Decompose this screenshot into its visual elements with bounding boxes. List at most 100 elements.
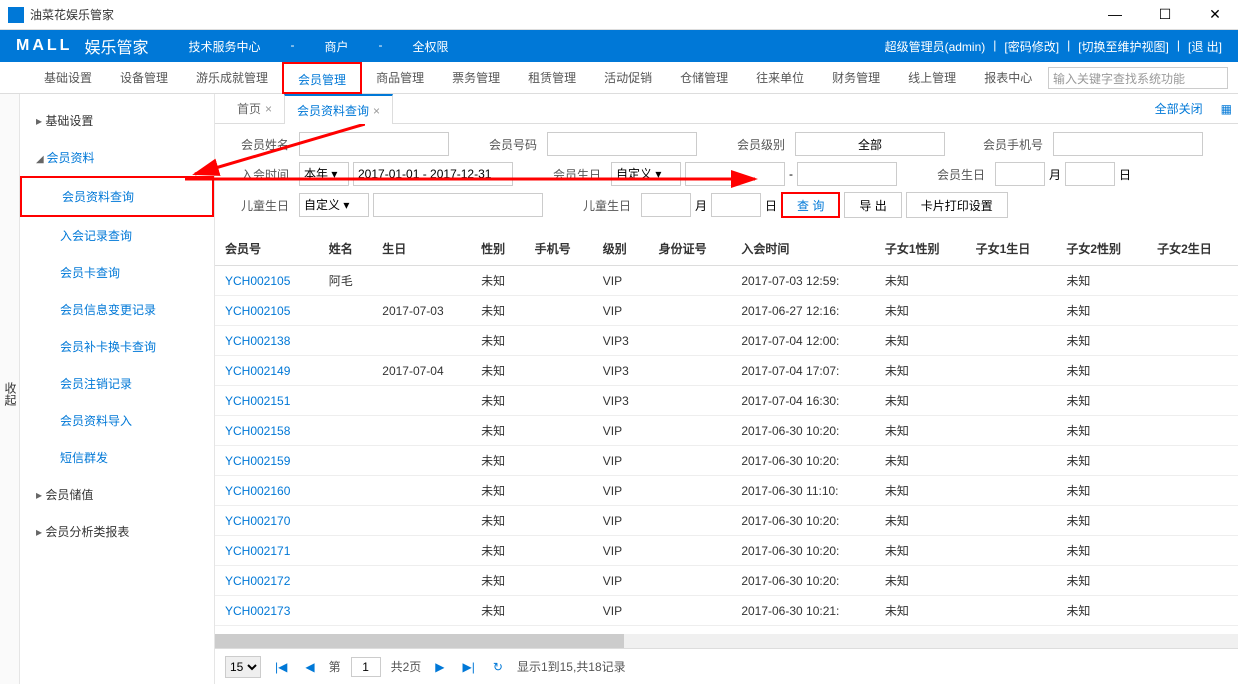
input-bd-month[interactable] [995,162,1045,186]
col-会员号[interactable]: 会员号 [215,232,319,266]
input-child-day[interactable] [711,193,761,217]
sidebar-item-会员资料查询[interactable]: 会员资料查询 [20,176,214,217]
collapse-sidebar[interactable]: 收起 [0,94,20,684]
table-row[interactable]: YCH002158未知VIP2017-06-30 10:20:未知未知 [215,416,1238,446]
sep: | [1177,38,1180,55]
sidebar-group-会员储值[interactable]: 会员储值 [20,476,214,513]
header-nav-item[interactable]: - [290,38,294,55]
link-password[interactable]: [密码修改] [1004,38,1059,55]
table-row[interactable]: YCH002170未知VIP2017-06-30 10:20:未知未知 [215,506,1238,536]
table-row[interactable]: YCH002174未知VIP2017-06-30 10:21:未知未知 [215,626,1238,635]
table-row[interactable]: YCH0021052017-07-03未知VIP2017-06-27 12:16… [215,296,1238,326]
main: 首页×会员资料查询×全部关闭 ▦ 会员姓名 会员号码 会员级别 会员手机号 入会… [215,94,1238,684]
col-姓名[interactable]: 姓名 [319,232,372,266]
select-bd-type[interactable]: 自定义 ▾ [611,162,681,186]
maximize-button[interactable]: ☐ [1150,6,1180,23]
search-input[interactable]: 输入关键字查找系统功能 [1048,67,1228,89]
input-child-month[interactable] [641,193,691,217]
col-入会时间[interactable]: 入会时间 [731,232,875,266]
sidebar-item-会员资料导入[interactable]: 会员资料导入 [20,402,214,439]
query-button[interactable]: 查 询 [781,192,840,218]
table-row[interactable]: YCH0021492017-07-04未知VIP32017-07-04 17:0… [215,356,1238,386]
pager: 15 |◀ ◀ 第 共2页 ▶ ▶| ↻ 显示1到15,共18记录 [215,648,1238,684]
col-子女1生日[interactable]: 子女1生日 [966,232,1057,266]
col-生日[interactable]: 生日 [372,232,471,266]
tabs-menu-icon[interactable]: ▦ [1221,102,1232,116]
tab-会员资料查询[interactable]: 会员资料查询× [284,94,393,124]
tab-首页[interactable]: 首页× [225,94,284,124]
print-settings-button[interactable]: 卡片打印设置 [906,192,1008,218]
header-nav-item[interactable]: 全权限 [412,38,448,55]
table-row[interactable]: YCH002159未知VIP2017-06-30 10:20:未知未知 [215,446,1238,476]
input-child-bd-range[interactable] [373,193,543,217]
menu-游乐成就管理[interactable]: 游乐成就管理 [182,62,282,94]
input-member-phone[interactable] [1053,132,1203,156]
sidebar-item-入会记录查询[interactable]: 入会记录查询 [20,217,214,254]
table-row[interactable]: YCH002138未知VIP32017-07-04 12:00:未知未知 [215,326,1238,356]
table-row[interactable]: YCH002160未知VIP2017-06-30 11:10:未知未知 [215,476,1238,506]
sidebar-item-会员注销记录[interactable]: 会员注销记录 [20,365,214,402]
sidebar-group-会员分析类报表[interactable]: 会员分析类报表 [20,513,214,550]
menu-基础设置[interactable]: 基础设置 [30,62,106,94]
select-member-level[interactable] [795,132,945,156]
input-member-no[interactable] [547,132,697,156]
sidebar-group-会员资料[interactable]: 会员资料 [20,139,214,176]
horizontal-scrollbar[interactable] [215,634,1238,648]
col-子女2生日[interactable]: 子女2生日 [1147,232,1238,266]
menu-报表中心[interactable]: 报表中心 [970,62,1046,94]
link-switch-view[interactable]: [切换至维护视图] [1078,38,1169,55]
table-row[interactable]: YCH002171未知VIP2017-06-30 10:20:未知未知 [215,536,1238,566]
menu-商品管理[interactable]: 商品管理 [362,62,438,94]
select-child-bd-type[interactable]: 自定义 ▾ [299,193,369,217]
menu-票务管理[interactable]: 票务管理 [438,62,514,94]
page-size-select[interactable]: 15 [225,656,261,678]
input-member-name[interactable] [299,132,449,156]
next-page-button[interactable]: ▶ [431,660,448,674]
table-row[interactable]: YCH002172未知VIP2017-06-30 10:20:未知未知 [215,566,1238,596]
sidebar-item-会员补卡换卡查询[interactable]: 会员补卡换卡查询 [20,328,214,365]
menu-财务管理[interactable]: 财务管理 [818,62,894,94]
header-nav-item[interactable]: - [378,38,382,55]
header-nav-item[interactable]: 商户 [324,38,348,55]
sidebar-item-会员卡查询[interactable]: 会员卡查询 [20,254,214,291]
input-bd-to[interactable] [797,162,897,186]
col-级别[interactable]: 级别 [593,232,649,266]
menu-仓储管理[interactable]: 仓储管理 [666,62,742,94]
menu-活动促销[interactable]: 活动促销 [590,62,666,94]
col-性别[interactable]: 性别 [471,232,524,266]
input-join-dates[interactable] [353,162,513,186]
minimize-button[interactable]: — [1100,6,1130,23]
sidebar-item-短信群发[interactable]: 短信群发 [20,439,214,476]
tabs: 首页×会员资料查询× 全部关闭 ▦ [215,94,1238,124]
table-row[interactable]: YCH002151未知VIP32017-07-04 16:30:未知未知 [215,386,1238,416]
input-bd-day[interactable] [1065,162,1115,186]
close-all-tabs[interactable]: 全部关闭 [1155,100,1203,117]
menu-往来单位[interactable]: 往来单位 [742,62,818,94]
sidebar-group-基础设置[interactable]: 基础设置 [20,102,214,139]
tab-close-icon[interactable]: × [373,104,380,118]
table-row[interactable]: YCH002173未知VIP2017-06-30 10:21:未知未知 [215,596,1238,626]
col-子女2性别[interactable]: 子女2性别 [1056,232,1147,266]
first-page-button[interactable]: |◀ [271,660,291,674]
last-page-button[interactable]: ▶| [459,660,479,674]
menu-会员管理[interactable]: 会员管理 [282,62,362,94]
col-身份证号[interactable]: 身份证号 [649,232,732,266]
close-button[interactable]: ✕ [1200,6,1230,23]
refresh-button[interactable]: ↻ [489,660,507,674]
menu-设备管理[interactable]: 设备管理 [106,62,182,94]
table-row[interactable]: YCH002105阿毛未知VIP2017-07-03 12:59:未知未知 [215,266,1238,296]
input-bd-from[interactable] [685,162,785,186]
link-logout[interactable]: [退 出] [1188,38,1222,55]
select-join-range[interactable]: 本年 ▾ [299,162,349,186]
sidebar-item-会员信息变更记录[interactable]: 会员信息变更记录 [20,291,214,328]
menu-线上管理[interactable]: 线上管理 [894,62,970,94]
tab-close-icon[interactable]: × [265,102,272,116]
col-手机号[interactable]: 手机号 [525,232,593,266]
export-button[interactable]: 导 出 [844,192,901,218]
prev-page-button[interactable]: ◀ [301,660,318,674]
page-input[interactable] [351,657,381,677]
menu-租赁管理[interactable]: 租赁管理 [514,62,590,94]
header-nav-item[interactable]: 技术服务中心 [188,38,260,55]
page-label: 第 [329,658,341,675]
col-子女1性别[interactable]: 子女1性别 [875,232,966,266]
